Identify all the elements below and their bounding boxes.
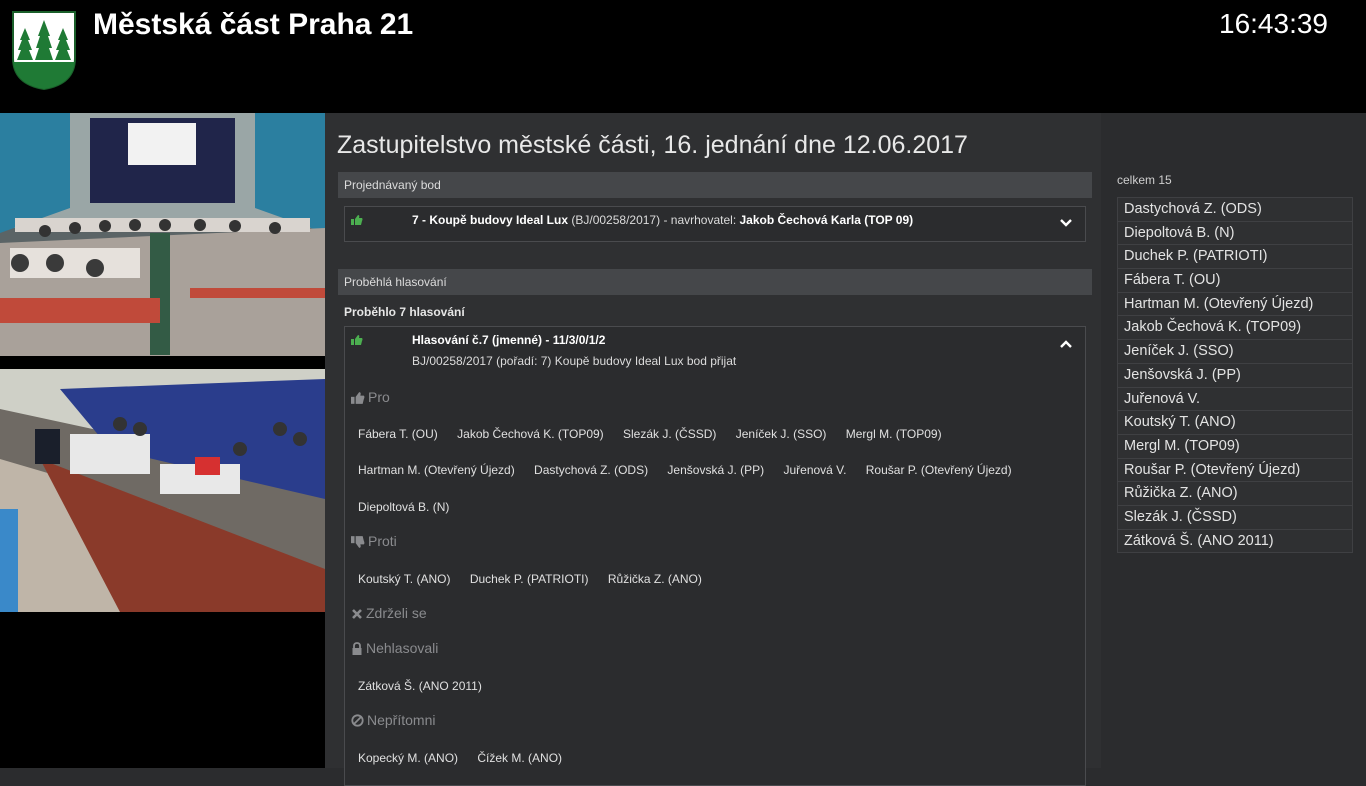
not-voted-names-row: Zátková Š. (ANO 2011) (358, 679, 498, 693)
current-item-text: 7 - Koupě budovy Ideal Lux (BJ/00258/201… (412, 213, 913, 227)
against-names-row: Koutský T. (ANO) Duchek P. (PATRIOTI) Rů… (358, 572, 718, 586)
for-names-row: Diepoltová B. (N) (358, 500, 465, 514)
for-names-row: Fábera T. (OU) Jakob Čechová K. (TOP09) … (358, 427, 958, 441)
members-list: Dastychová Z. (ODS) Diepoltová B. (N) Du… (1117, 197, 1353, 554)
voter-name: Roušar P. (Otevřený Újezd) (865, 463, 1012, 477)
voter-name: Diepoltová B. (N) (358, 500, 450, 514)
voter-name: Slezák J. (ČSSD) (623, 427, 717, 441)
vote-card[interactable]: Hlasování č.7 (jmenné) - 11/3/0/1/2 BJ/0… (344, 326, 1086, 786)
item-proposer: Jakob Čechová Karla (TOP 09) (739, 213, 914, 227)
close-icon (352, 609, 362, 619)
past-votes-header: Proběhlá hlasování (338, 269, 1092, 295)
for-names-row: Hartman M. (Otevřený Újezd) Dastychová Z… (358, 463, 1028, 477)
chevron-up-icon[interactable] (1059, 337, 1073, 351)
list-item[interactable]: Slezák J. (ČSSD) (1117, 504, 1353, 529)
list-item[interactable]: Zátková Š. (ANO 2011) (1117, 528, 1353, 554)
votes-count: Proběhlo 7 hlasování (344, 305, 465, 319)
main-panel: Zastupitelstvo městské části, 16. jednán… (325, 113, 1101, 786)
list-item[interactable]: Jenšovská J. (PP) (1117, 362, 1353, 387)
category-absent: Nepřítomni (351, 712, 435, 728)
item-code: (BJ/00258/2017) (571, 213, 661, 227)
current-item-card[interactable]: 7 - Koupě budovy Ideal Lux (BJ/00258/201… (344, 206, 1086, 242)
list-item[interactable]: Mergl M. (TOP09) (1117, 433, 1353, 458)
voter-name: Koutský T. (ANO) (358, 572, 451, 586)
list-item[interactable]: Koutský T. (ANO) (1117, 410, 1353, 434)
members-total: celkem 15 (1117, 173, 1172, 187)
voter-name: Čížek M. (ANO) (477, 751, 563, 765)
voter-name: Fábera T. (OU) (358, 427, 438, 441)
list-item[interactable]: Dastychová Z. (ODS) (1117, 197, 1353, 221)
ban-icon (351, 714, 364, 727)
council-room-camera-2 (0, 369, 325, 612)
chevron-down-icon[interactable] (1059, 216, 1073, 230)
voter-name: Duchek P. (PATRIOTI) (469, 572, 589, 586)
item-number: 7 - Koupě budovy Ideal Lux (412, 213, 569, 227)
category-against: Proti (351, 533, 397, 549)
voter-name: Jenšovská J. (PP) (667, 463, 765, 477)
category-not-voted: Nehlasovali (351, 640, 438, 656)
app-title: Městská část Praha 21 (93, 8, 414, 41)
thumbs-up-icon (351, 215, 363, 225)
meeting-title: Zastupitelstvo městské části, 16. jednán… (337, 131, 968, 159)
vote-title: Hlasování č.7 (jmenné) - 11/3/0/1/2 (412, 333, 606, 347)
thumbs-up-icon (351, 392, 365, 404)
voter-name: Růžička Z. (ANO) (607, 572, 702, 586)
vote-subtitle: BJ/00258/2017 (pořadí: 7) Koupě budovy I… (412, 354, 737, 368)
thumbs-up-icon (351, 335, 363, 345)
list-item[interactable]: Fábera T. (OU) (1117, 268, 1353, 292)
list-item[interactable]: Jeníček J. (SSO) (1117, 339, 1353, 363)
proposer-label: - navrhovatel: (663, 213, 737, 227)
category-for-label: Pro (368, 389, 390, 405)
voter-name: Dastychová Z. (ODS) (534, 463, 649, 477)
video-column (0, 113, 325, 768)
voter-name: Juřenová V. (783, 463, 847, 477)
list-item[interactable]: Roušar P. (Otevřený Újezd) (1117, 457, 1353, 482)
members-panel: celkem 15 Dastychová Z. (ODS) Diepoltová… (1101, 113, 1366, 768)
voter-name: Jakob Čechová K. (TOP09) (457, 427, 604, 441)
category-against-label: Proti (368, 533, 397, 549)
thumbs-down-icon (351, 536, 365, 548)
top-bar: Městská část Praha 21 16:43:39 (0, 0, 1366, 113)
category-abstained-label: Zdrželi se (366, 605, 427, 621)
list-item[interactable]: Růžička Z. (ANO) (1117, 481, 1353, 505)
absent-names-row: Kopecký M. (ANO) Čížek M. (ANO) (358, 751, 578, 765)
voter-name: Hartman M. (Otevřený Újezd) (358, 463, 515, 477)
list-item[interactable]: Diepoltová B. (N) (1117, 220, 1353, 245)
voter-name: Mergl M. (TOP09) (845, 427, 942, 441)
voter-name: Zátková Š. (ANO 2011) (358, 679, 482, 693)
council-room-camera-1 (0, 113, 325, 356)
clock: 16:43:39 (1219, 8, 1328, 39)
list-item[interactable]: Jakob Čechová K. (TOP09) (1117, 315, 1353, 340)
current-item-header: Projednávaný bod (338, 172, 1092, 198)
list-item[interactable]: Hartman M. (Otevřený Újezd) (1117, 291, 1353, 316)
voter-name: Jeníček J. (SSO) (735, 427, 827, 441)
voter-name: Kopecký M. (ANO) (358, 751, 459, 765)
list-item[interactable]: Juřenová V. (1117, 386, 1353, 411)
category-for: Pro (351, 389, 390, 405)
lock-icon (352, 642, 362, 655)
category-not-voted-label: Nehlasovali (366, 640, 439, 656)
list-item[interactable]: Duchek P. (PATRIOTI) (1117, 244, 1353, 269)
category-absent-label: Nepřítomni (367, 712, 436, 728)
category-abstained: Zdrželi se (351, 605, 427, 621)
coat-of-arms-logo (12, 11, 76, 90)
